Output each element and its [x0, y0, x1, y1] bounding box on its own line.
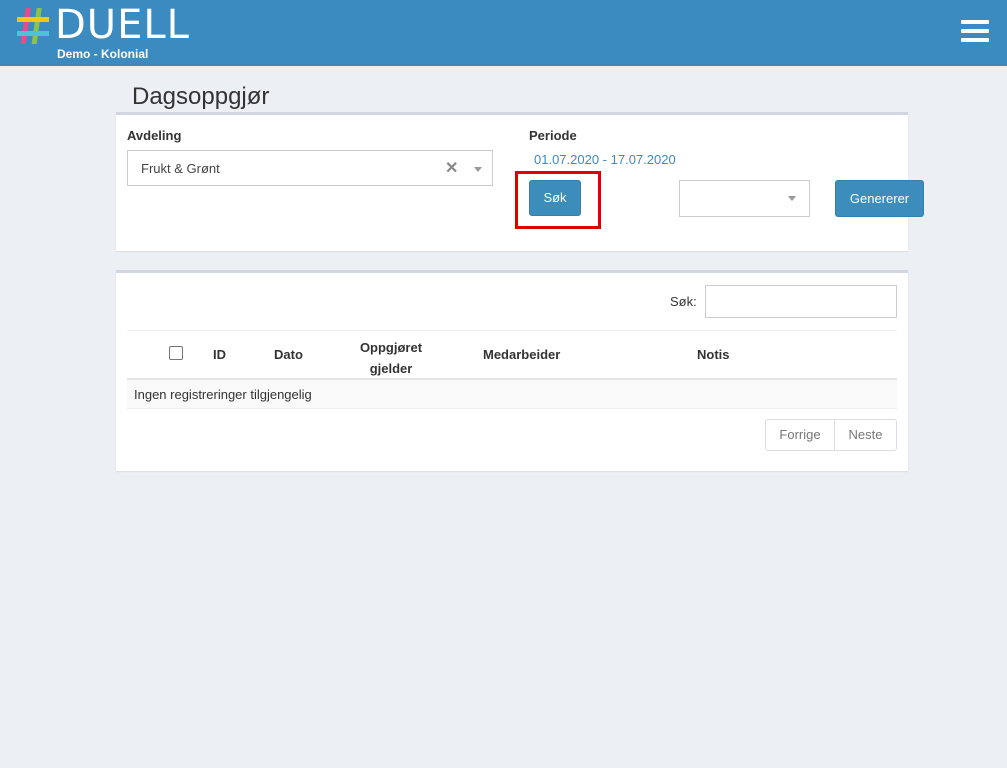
empty-message: Ingen registreringer tilgjengelig: [134, 387, 312, 402]
menu-icon[interactable]: [961, 20, 989, 44]
previous-page-button[interactable]: Forrige: [765, 419, 835, 451]
brand-subtitle: Demo - Kolonial: [57, 47, 149, 61]
format-select[interactable]: [679, 180, 810, 217]
table-header: ID Dato Oppgjøret gjelder Medarbeider No…: [127, 330, 897, 380]
column-header-date[interactable]: Dato: [274, 347, 303, 362]
top-navbar: DUELL Demo - Kolonial: [0, 0, 1007, 66]
column-header-employee[interactable]: Medarbeider: [483, 347, 560, 362]
table-search-input[interactable]: [705, 285, 897, 318]
search-button[interactable]: Søk: [529, 180, 581, 216]
generate-button[interactable]: Genererer: [835, 180, 924, 217]
department-label: Avdeling: [127, 128, 182, 143]
next-page-button[interactable]: Neste: [834, 419, 897, 451]
table-search-label: Søk:: [670, 294, 697, 309]
hash-logo-icon: [17, 8, 49, 44]
chevron-down-icon: [788, 196, 796, 201]
department-select[interactable]: Frukt & Grønt ✕: [127, 150, 493, 186]
period-label: Periode: [529, 128, 577, 143]
department-select-value: Frukt & Grønt: [141, 161, 220, 176]
column-header-id[interactable]: ID: [213, 347, 226, 362]
column-header-settlement[interactable]: Oppgjøret gjelder: [353, 337, 429, 379]
chevron-down-icon: [474, 167, 482, 172]
filter-panel: Avdeling Frukt & Grønt ✕ Periode 01.07.2…: [116, 112, 924, 251]
results-panel: Søk: ID Dato Oppgjøret gjelder Medarbeid…: [116, 270, 908, 471]
period-daterange[interactable]: 01.07.2020 - 17.07.2020: [534, 152, 676, 167]
page-title: Dagsoppgjør: [132, 83, 270, 110]
clear-icon[interactable]: ✕: [445, 158, 458, 178]
select-all-checkbox[interactable]: [169, 346, 183, 360]
column-header-note[interactable]: Notis: [697, 347, 730, 362]
brand-name: DUELL: [55, 2, 190, 48]
table-row: Ingen registreringer tilgjengelig: [127, 380, 897, 409]
